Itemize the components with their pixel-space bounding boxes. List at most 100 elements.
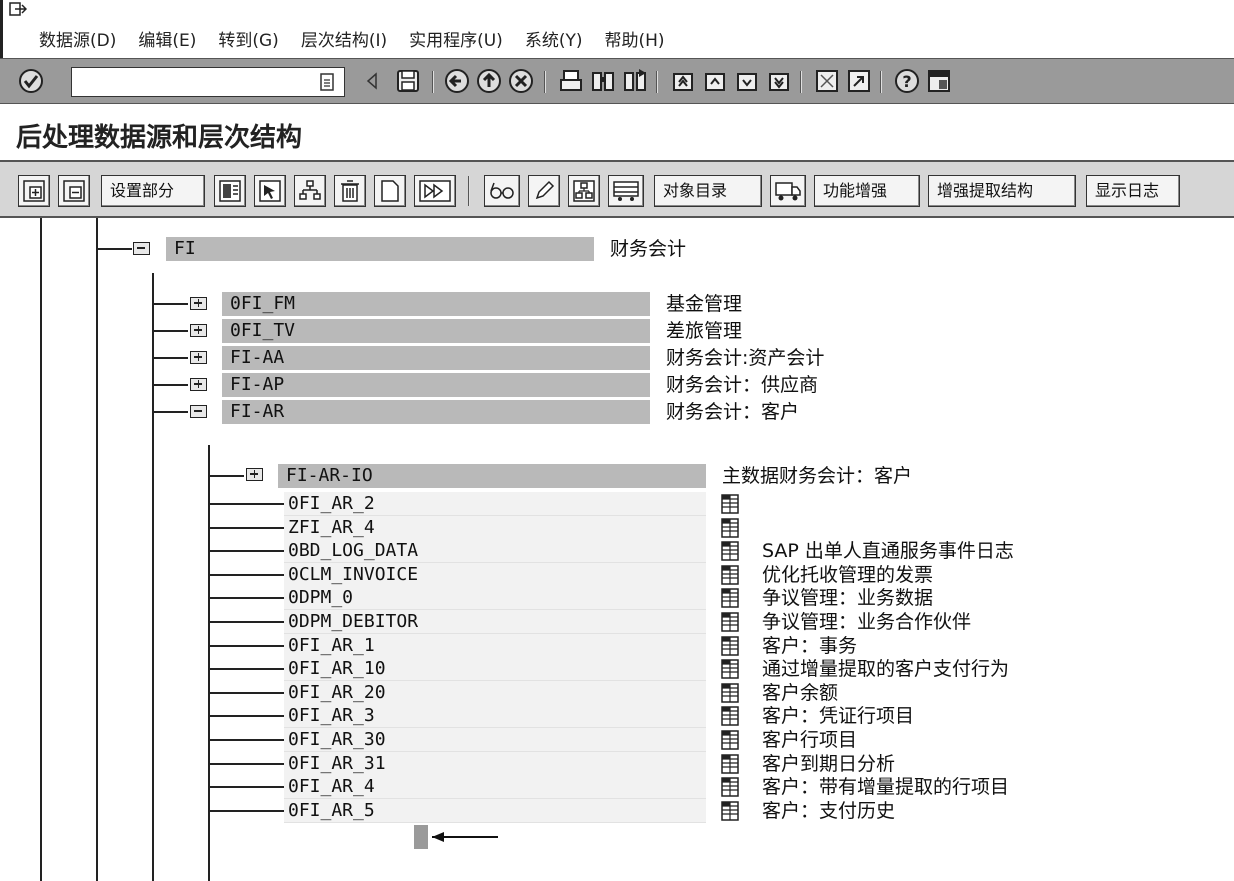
datasource-code: 0BD_LOG_DATA xyxy=(288,540,419,561)
collapse-all-button[interactable] xyxy=(58,175,90,207)
menu-goto[interactable]: 转到(G) xyxy=(218,26,278,51)
collapse-node-icon[interactable] xyxy=(133,242,150,255)
selection-marker xyxy=(414,825,428,849)
node-description: 财务会计：客户 xyxy=(666,401,800,423)
new-session-icon[interactable] xyxy=(814,68,840,94)
menu-system[interactable]: 系统(Y) xyxy=(525,26,583,51)
datasource-code: 0DPM_0 xyxy=(288,587,354,608)
toolbar-separator xyxy=(468,176,470,206)
page-title: 后处理数据源和层次结构 xyxy=(16,123,303,153)
menu-utilities[interactable]: 实用程序(U) xyxy=(409,26,503,51)
tree-connector xyxy=(208,692,284,694)
glasses-icon xyxy=(490,182,514,199)
tree-guide-line xyxy=(40,218,42,881)
expand-node-icon[interactable] xyxy=(190,351,207,364)
find-icon[interactable] xyxy=(590,68,616,94)
print-icon[interactable] xyxy=(558,68,584,94)
layout-menu-icon[interactable] xyxy=(926,68,952,94)
datasource-table-icon xyxy=(721,494,739,514)
previous-page-icon[interactable] xyxy=(702,68,728,94)
command-field[interactable] xyxy=(71,67,345,97)
menu-datasource[interactable]: 数据源(D) xyxy=(39,26,116,51)
node-code-field xyxy=(166,237,594,261)
pencil-icon xyxy=(535,180,555,200)
datasource-description: 争议管理：业务数据 xyxy=(762,587,934,609)
expand-node-icon[interactable] xyxy=(246,468,263,481)
delete-button[interactable] xyxy=(334,175,366,207)
find-next-icon[interactable] xyxy=(622,68,648,94)
datasource-code: 0FI_AR_31 xyxy=(288,753,386,774)
transport-connection-button[interactable] xyxy=(770,175,806,207)
menu-bar: 数据源(D) 编辑(E) 转到(G) 层次结构(I) 实用程序(U) 系统(Y)… xyxy=(0,0,1234,58)
datasource-description: 客户：凭证行项目 xyxy=(762,705,915,727)
datasource-table-icon xyxy=(721,565,739,585)
expand-node-icon[interactable] xyxy=(190,324,207,337)
exit-icon[interactable] xyxy=(476,68,502,94)
datasource-table-icon xyxy=(721,706,739,726)
transport-button[interactable] xyxy=(608,175,644,207)
history-dropdown-icon[interactable] xyxy=(320,73,334,91)
toolbar-separator xyxy=(656,71,658,93)
title-area: 后处理数据源和层次结构 xyxy=(0,105,1234,159)
collapse-arrow-icon[interactable] xyxy=(360,68,386,94)
select-block-button[interactable] xyxy=(214,175,246,207)
glasses-display-button[interactable] xyxy=(484,175,520,207)
structure-button[interactable] xyxy=(568,175,600,207)
enter-check-icon[interactable] xyxy=(18,68,44,94)
enhance-extract-structure-button[interactable]: 增强提取结构 xyxy=(928,175,1076,207)
display-log-button[interactable]: 显示日志 xyxy=(1086,175,1180,207)
datasource-description: 客户余额 xyxy=(762,682,839,704)
enhancement-button[interactable]: 功能增强 xyxy=(814,175,920,207)
tree-connector xyxy=(208,475,244,477)
change-button[interactable] xyxy=(528,175,560,207)
tree-connector xyxy=(208,597,284,599)
tree-connector xyxy=(208,786,284,788)
new-document-button[interactable] xyxy=(374,175,406,207)
node-code: FI-AP xyxy=(230,374,285,395)
hierarchy-icon xyxy=(299,180,321,200)
hierarchy-button[interactable] xyxy=(294,175,326,207)
shortcut-icon[interactable] xyxy=(846,68,872,94)
tree-connector xyxy=(208,763,284,765)
last-page-icon[interactable] xyxy=(766,68,792,94)
node-description: 主数据财务会计：客户 xyxy=(722,465,913,487)
toolbar-separator xyxy=(544,71,546,93)
next-page-icon[interactable] xyxy=(734,68,760,94)
tree-connector xyxy=(208,527,284,529)
node-code-field xyxy=(222,373,650,397)
menu-exit-icon[interactable] xyxy=(9,2,27,16)
back-icon[interactable] xyxy=(444,68,470,94)
menu-edit[interactable]: 编辑(E) xyxy=(138,26,196,51)
tree-connector xyxy=(152,357,188,359)
first-page-icon[interactable] xyxy=(670,68,696,94)
node-code: FI xyxy=(174,238,196,259)
fast-forward-icon xyxy=(419,180,451,202)
set-section-button[interactable]: 设置部分 xyxy=(101,175,205,207)
datasource-table-icon xyxy=(721,541,739,561)
expand-all-button[interactable] xyxy=(18,175,50,207)
menu-hierarchy[interactable]: 层次结构(I) xyxy=(301,26,387,51)
datasource-code: 0DPM_DEBITOR xyxy=(288,611,419,632)
standard-toolbar: ? xyxy=(0,58,1234,104)
object-directory-button[interactable]: 对象目录 xyxy=(654,175,762,207)
trash-icon xyxy=(341,180,359,202)
select-button[interactable] xyxy=(254,175,286,207)
toolbar-separator xyxy=(800,71,802,93)
save-icon[interactable] xyxy=(395,68,421,94)
tree-connector xyxy=(152,303,188,305)
expand-node-icon[interactable] xyxy=(190,378,207,391)
tree-guide-line xyxy=(152,273,154,881)
tree-connector xyxy=(152,411,188,413)
execute-all-button[interactable] xyxy=(414,175,456,207)
datasource-code: 0FI_AR_4 xyxy=(288,776,375,797)
tree-connector xyxy=(208,621,284,623)
datasource-code: 0FI_AR_5 xyxy=(288,800,375,821)
collapse-node-icon[interactable] xyxy=(190,405,207,418)
datasource-hierarchy-tree: FI 财务会计 0FI_FM 基金管理 0FI_TV 差旅管理 FI-AA 财务会计:资产… xyxy=(0,218,1234,881)
datasource-description: 通过增量提取的客户支付行为 xyxy=(762,658,1010,680)
help-icon[interactable]: ? xyxy=(894,68,920,94)
cancel-icon[interactable] xyxy=(508,68,534,94)
datasource-table-icon xyxy=(721,754,739,774)
expand-node-icon[interactable] xyxy=(190,297,207,310)
menu-help[interactable]: 帮助(H) xyxy=(604,26,664,51)
